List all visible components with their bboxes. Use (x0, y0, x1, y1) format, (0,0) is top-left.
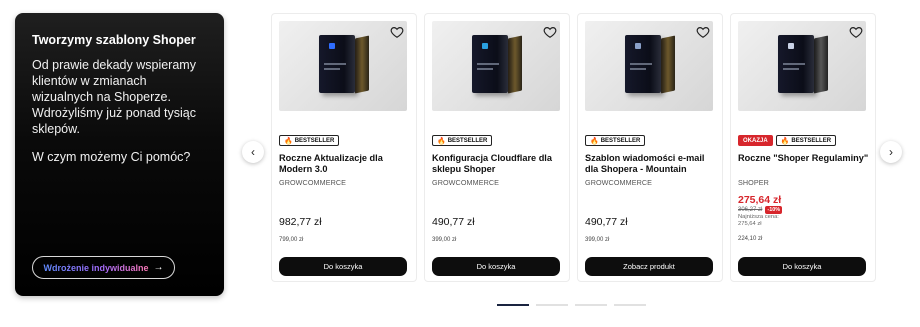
add-to-cart-button[interactable]: Do koszyka (738, 257, 866, 276)
arrow-right-icon: → (153, 262, 164, 273)
product-net-price: 399,00 zł (585, 237, 610, 243)
wishlist-heart-icon[interactable] (696, 25, 710, 39)
fire-icon: 🔥 (590, 137, 599, 145)
product-carousel-section: Tworzymy szablony Shoper Od prawie dekad… (0, 0, 920, 327)
product-sale-price: 275,64 zł (738, 194, 782, 206)
product-card[interactable]: 🔥 BESTSELLER Konfiguracja Cloudflare dla … (424, 13, 570, 282)
product-name[interactable]: Szablon wiadomości e-mail dla Shopera - … (585, 153, 720, 175)
product-net-price: 399,00 zł (432, 237, 457, 243)
lowest-price-info: Najniższa cena: 275,64 zł (738, 214, 779, 228)
lowest-price-label: Najniższa cena: (738, 214, 779, 220)
product-price: 982,77 zł (279, 216, 322, 228)
product-image[interactable] (738, 21, 866, 111)
custom-implementation-label: Wdrożenie indywidualne (43, 262, 149, 273)
product-old-price: 306,27 zł (738, 207, 763, 213)
bestseller-badge: 🔥 BESTSELLER (432, 135, 493, 146)
sale-badge: OKAZJA (738, 135, 773, 146)
carousel-prev-button[interactable]: ‹ (242, 141, 264, 163)
wishlist-heart-icon[interactable] (849, 25, 863, 39)
carousel-next-button[interactable]: › (880, 141, 902, 163)
product-badges: 🔥 BESTSELLER (432, 135, 493, 146)
view-product-button[interactable]: Zobacz produkt (585, 257, 713, 276)
product-brand: SHOPER (738, 178, 769, 187)
product-price: 490,77 zł (432, 216, 475, 228)
promo-title: Tworzymy szablony Shoper (32, 33, 196, 47)
product-name[interactable]: Konfiguracja Cloudflare dla sklepu Shope… (432, 153, 567, 175)
product-net-price: 799,00 zł (279, 237, 304, 243)
product-badges: 🔥 BESTSELLER (279, 135, 340, 146)
pagination-dot[interactable] (575, 304, 607, 306)
fire-icon: 🔥 (437, 137, 446, 145)
product-card[interactable]: 🔥 BESTSELLER Roczne Aktualizacje dla Mode… (271, 13, 417, 282)
product-card[interactable]: 🔥 BESTSELLER Szablon wiadomości e-mail dl… (577, 13, 723, 282)
product-name[interactable]: Roczne "Shoper Regulaminy" (738, 153, 873, 164)
wishlist-heart-icon[interactable] (543, 25, 557, 39)
product-image[interactable] (279, 21, 407, 111)
product-brand: GROWCOMMERCE (585, 178, 653, 187)
lowest-price-value: 275,64 zł (738, 221, 762, 227)
chevron-right-icon: › (889, 145, 893, 159)
promo-text: Od prawie dekady wspieramy klientów w zm… (32, 58, 196, 136)
pagination-dot-active[interactable] (497, 304, 529, 306)
product-price: 490,77 zł (585, 216, 628, 228)
product-name[interactable]: Roczne Aktualizacje dla Modern 3.0 (279, 153, 414, 175)
product-card[interactable]: OKAZJA 🔥 BESTSELLER Roczne "Shoper Regula… (730, 13, 876, 282)
chevron-left-icon: ‹ (251, 145, 255, 159)
promo-question: W czym możemy Ci pomóc? (32, 150, 191, 164)
product-brand: GROWCOMMERCE (279, 178, 347, 187)
product-badges: OKAZJA 🔥 BESTSELLER (738, 135, 837, 146)
old-price-row: 306,27 zł -10% (738, 206, 783, 214)
pagination-dot[interactable] (614, 304, 646, 306)
fire-icon: 🔥 (284, 137, 293, 145)
bestseller-badge: 🔥 BESTSELLER (279, 135, 340, 146)
product-image[interactable] (585, 21, 713, 111)
add-to-cart-button[interactable]: Do koszyka (432, 257, 560, 276)
product-net-price: 224,10 zł (738, 236, 763, 242)
discount-badge: -10% (765, 206, 783, 214)
product-badges: 🔥 BESTSELLER (585, 135, 646, 146)
bestseller-badge: 🔥 BESTSELLER (585, 135, 646, 146)
carousel-pagination (497, 304, 646, 306)
add-to-cart-button[interactable]: Do koszyka (279, 257, 407, 276)
promo-card: Tworzymy szablony Shoper Od prawie dekad… (15, 13, 224, 296)
pagination-dot[interactable] (536, 304, 568, 306)
bestseller-badge: 🔥 BESTSELLER (775, 135, 837, 146)
custom-implementation-button[interactable]: Wdrożenie indywidualne → (32, 256, 175, 279)
fire-icon: 🔥 (780, 137, 790, 145)
product-brand: GROWCOMMERCE (432, 178, 500, 187)
wishlist-heart-icon[interactable] (390, 25, 404, 39)
product-image[interactable] (432, 21, 560, 111)
